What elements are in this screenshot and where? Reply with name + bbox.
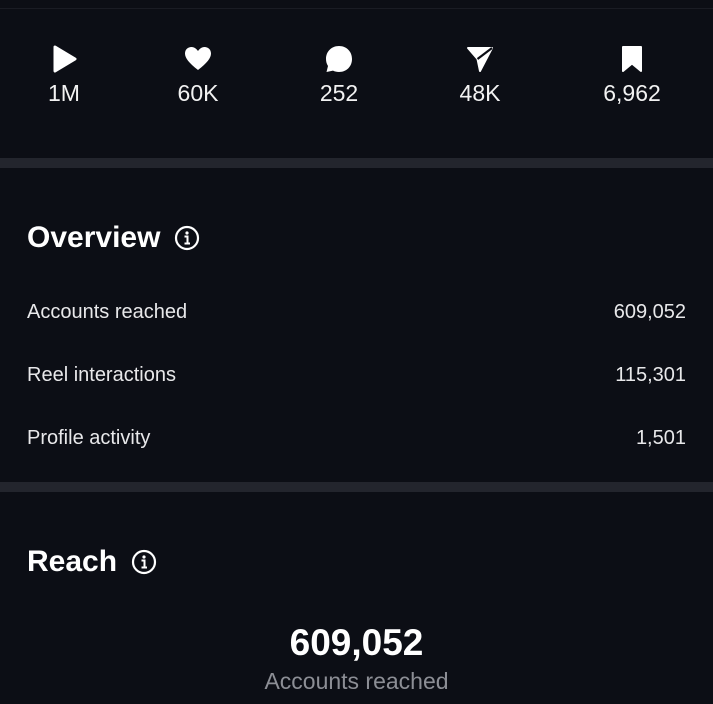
- stats-row: 1M 60K 252 48K 6,962: [0, 44, 713, 114]
- row-value: 1,501: [635, 427, 686, 449]
- row-value: 115,301: [615, 364, 686, 386]
- stat-saves-value: 6,962: [603, 80, 661, 106]
- bookmark-icon: [577, 44, 687, 74]
- row-label: Profile activity: [27, 427, 151, 449]
- reach-title-text: Reach: [27, 545, 118, 578]
- stat-comments[interactable]: 252: [284, 44, 394, 106]
- comment-icon: [284, 44, 394, 74]
- heart-icon: [143, 44, 253, 74]
- stat-saves[interactable]: 6,962: [577, 44, 687, 106]
- row-label: Reel interactions: [27, 364, 176, 386]
- row-label: Accounts reached: [27, 301, 188, 323]
- overview-row-reel-interactions[interactable]: Reel interactions 115,301: [27, 361, 686, 389]
- reach-total-label: Accounts reached: [264, 668, 449, 694]
- overview-row-accounts-reached[interactable]: Accounts reached 609,052: [27, 298, 686, 326]
- share-icon: [425, 44, 535, 74]
- reach-total-value: 609,052: [289, 622, 424, 663]
- stat-likes-value: 60K: [177, 80, 219, 106]
- stat-plays[interactable]: 1M: [9, 44, 119, 106]
- play-icon: [9, 44, 119, 74]
- overview-title-text: Overview: [27, 221, 161, 254]
- info-icon[interactable]: [131, 549, 157, 575]
- stat-plays-value: 1M: [48, 80, 80, 106]
- stat-likes[interactable]: 60K: [143, 44, 253, 106]
- insights-page: 1M 60K 252 48K 6,962 Overview Accounts r…: [0, 0, 713, 704]
- info-icon[interactable]: [174, 225, 200, 251]
- stat-shares-value: 48K: [459, 80, 501, 106]
- section-divider: [0, 482, 713, 492]
- overview-title: Overview: [27, 221, 200, 255]
- section-divider: [0, 158, 713, 168]
- top-separator: [0, 8, 713, 9]
- row-value: 609,052: [613, 301, 686, 323]
- stat-comments-value: 252: [319, 80, 359, 106]
- overview-row-profile-activity[interactable]: Profile activity 1,501: [27, 424, 686, 452]
- stat-shares[interactable]: 48K: [425, 44, 535, 106]
- reach-title: Reach: [27, 545, 157, 579]
